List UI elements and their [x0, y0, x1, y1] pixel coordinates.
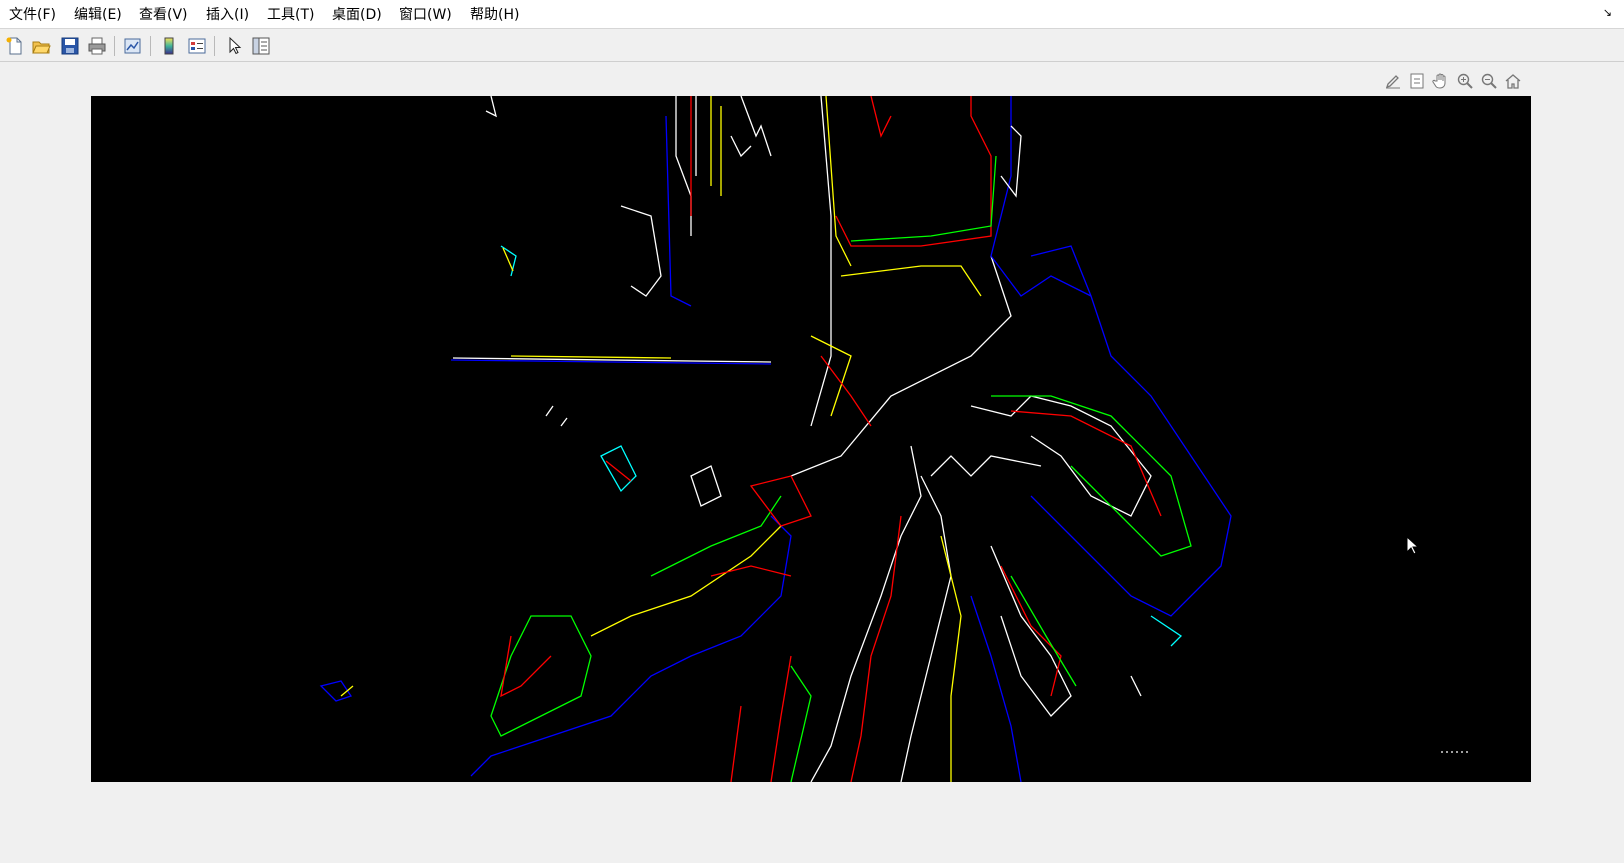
- edge-line: [990, 545, 1072, 717]
- brush-icon[interactable]: [1382, 70, 1404, 92]
- edge-line: [740, 96, 772, 157]
- axes-toolbar: [1382, 70, 1532, 94]
- edge-line: [930, 455, 1042, 477]
- edge-line: [340, 685, 354, 697]
- zoom-in-icon[interactable]: [1454, 70, 1476, 92]
- edge-line: [665, 115, 692, 307]
- dock-arrow-icon[interactable]: ↘: [1603, 6, 1612, 19]
- edge-line: [500, 635, 552, 698]
- edge-line: [790, 255, 1012, 477]
- edge-line: [1130, 675, 1142, 697]
- menu-bar: 文件(F) 编辑(E) 查看(V) 插入(I) 工具(T) 桌面(D) 窗口(W…: [0, 0, 1624, 29]
- menu-insert[interactable]: 插入(I): [205, 5, 250, 25]
- mouse-cursor-icon: [1406, 535, 1420, 556]
- edge-line: [590, 525, 782, 637]
- edge-line: [730, 135, 752, 158]
- edge-line: [730, 655, 792, 782]
- edge-line: [850, 155, 997, 242]
- edge-line: [825, 96, 852, 267]
- edge-line: [810, 445, 922, 782]
- datatip-icon[interactable]: [1406, 70, 1428, 92]
- save-icon[interactable]: [58, 34, 82, 58]
- edge-line: [820, 355, 872, 427]
- edge-line: [502, 247, 514, 272]
- menu-edit[interactable]: 编辑(E): [73, 5, 123, 25]
- edge-line: [490, 615, 592, 737]
- new-file-icon[interactable]: [3, 34, 27, 58]
- pan-hand-icon[interactable]: [1430, 70, 1452, 92]
- edge-line: [470, 515, 792, 777]
- menu-desktop[interactable]: 桌面(D): [331, 5, 383, 25]
- edge-line: [690, 465, 722, 507]
- menu-file[interactable]: 文件(F): [8, 5, 57, 25]
- link-plot-icon[interactable]: [121, 34, 145, 58]
- menu-tools[interactable]: 工具(T): [266, 5, 315, 25]
- toolbar-separator: [214, 36, 215, 56]
- edge-line: [835, 96, 992, 247]
- edge-line: [600, 445, 637, 493]
- figure-toolbar: [0, 30, 1624, 62]
- edge-line: [620, 205, 662, 297]
- edge-line: [485, 96, 497, 118]
- edge-line: [650, 495, 782, 577]
- edge-line: [710, 96, 722, 196]
- legend-icon[interactable]: [185, 34, 209, 58]
- colorbar-icon[interactable]: [157, 34, 181, 58]
- edge-line: [545, 405, 568, 427]
- toolbar-separator: [114, 36, 115, 56]
- edge-line: [1010, 575, 1077, 687]
- edge-line: [510, 355, 672, 359]
- edge-line: [990, 96, 1092, 297]
- open-folder-icon[interactable]: [29, 34, 53, 58]
- edge-line: [1000, 565, 1062, 697]
- edge-line: [810, 96, 832, 427]
- edge-line: [991, 395, 1192, 557]
- property-inspector-icon[interactable]: [249, 34, 273, 58]
- figure-image[interactable]: [91, 96, 1531, 782]
- menu-help[interactable]: 帮助(H): [469, 5, 520, 25]
- edge-line: [790, 665, 812, 782]
- edit-plot-arrow-icon[interactable]: [222, 34, 246, 58]
- home-icon[interactable]: [1502, 70, 1524, 92]
- toolbar-separator: [150, 36, 151, 56]
- edge-line: [749, 475, 812, 527]
- edge-line: [870, 96, 892, 138]
- edge-line: [970, 595, 1022, 782]
- print-icon[interactable]: [85, 34, 109, 58]
- edge-line: [1030, 245, 1232, 617]
- menu-view[interactable]: 查看(V): [138, 5, 189, 25]
- edge-line: [840, 265, 982, 297]
- edge-line: [850, 515, 902, 782]
- edge-line: [1150, 615, 1183, 647]
- edge-map-image: [319, 96, 1471, 782]
- zoom-out-icon[interactable]: [1478, 70, 1500, 92]
- edge-line: [675, 96, 697, 236]
- menu-window[interactable]: 窗口(W): [398, 5, 453, 25]
- edge-line: [970, 395, 1152, 517]
